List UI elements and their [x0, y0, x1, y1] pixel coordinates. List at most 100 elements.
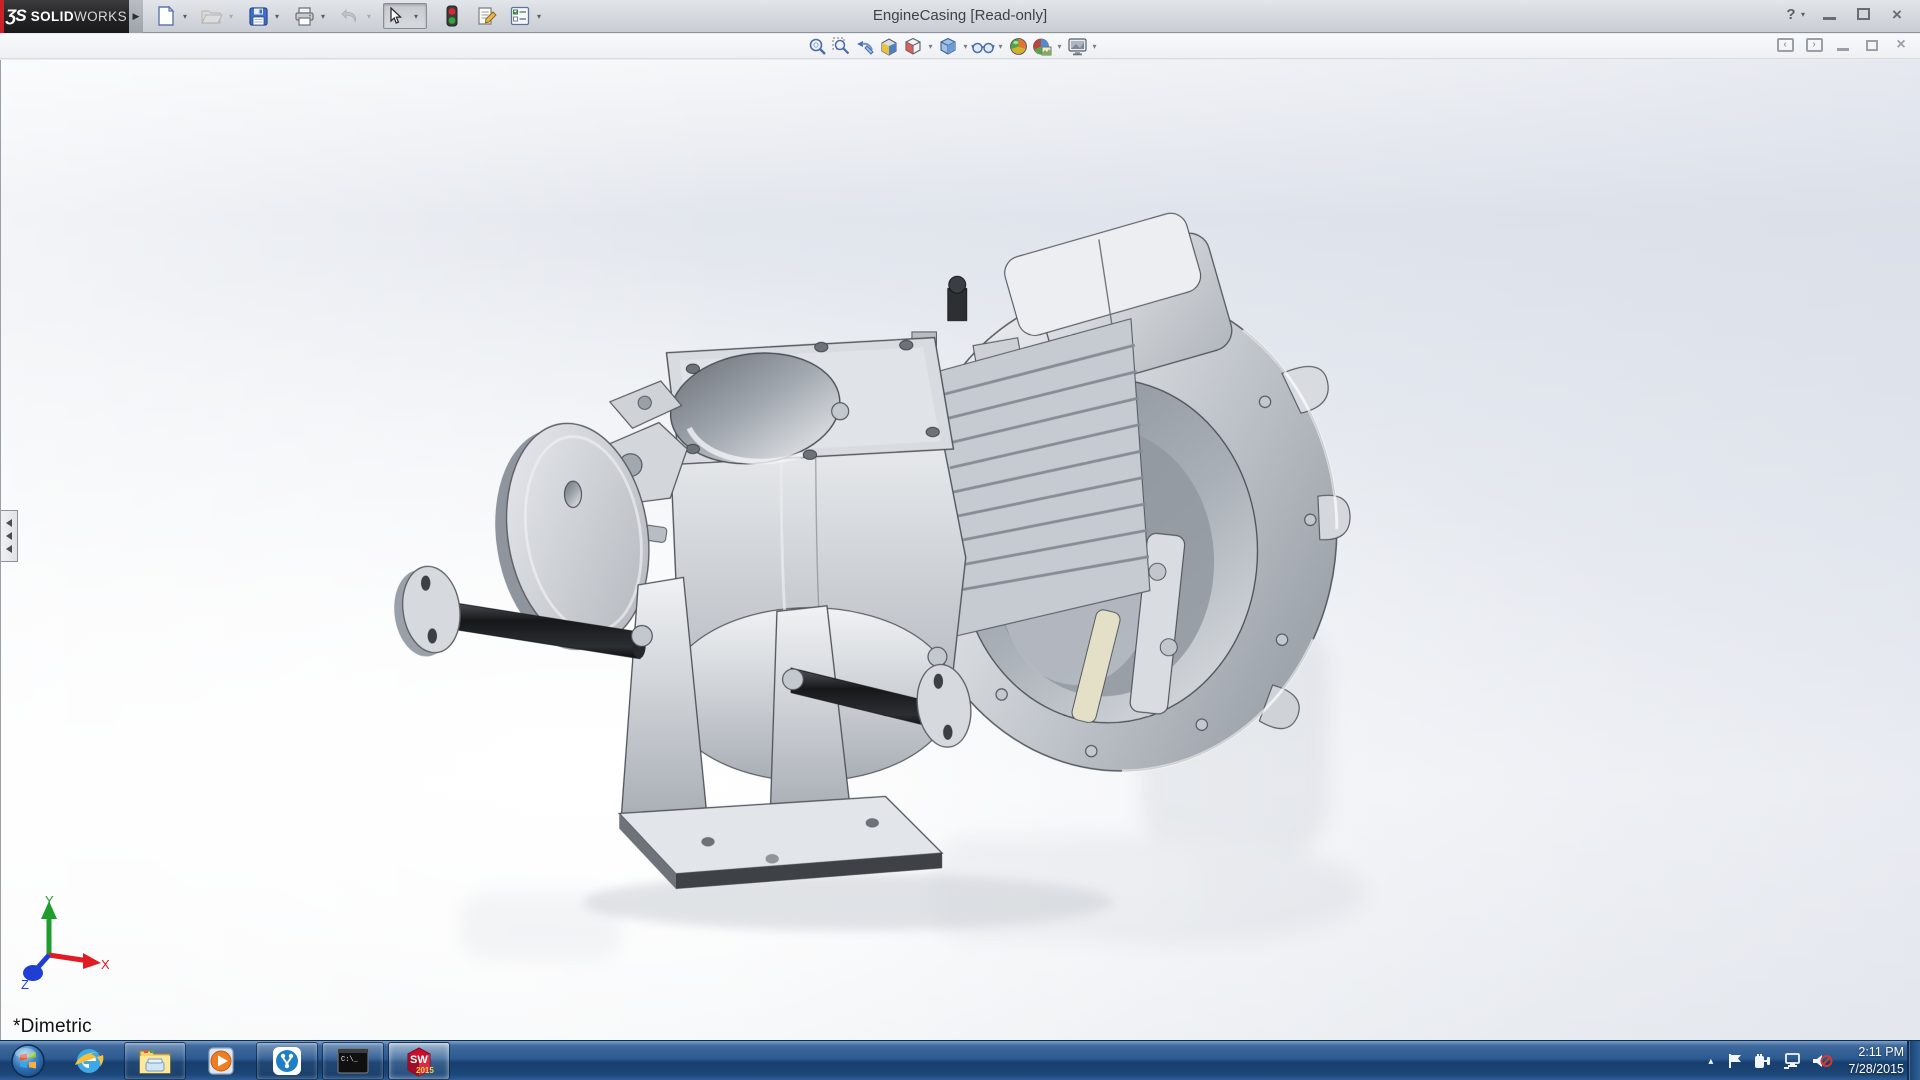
- system-tray: ▴ 2:11 PM: [1704, 1041, 1904, 1080]
- engine-casing-model: [1, 60, 1920, 1040]
- apply-scene-caret[interactable]: ▾: [1054, 42, 1065, 51]
- triad-y-label: Y: [45, 893, 54, 908]
- doc-restore-button[interactable]: [1861, 36, 1883, 54]
- printer-icon: [294, 7, 315, 26]
- dassault-3ds-mark: ƷS: [6, 6, 26, 26]
- select-tool-button[interactable]: ▾: [383, 3, 427, 29]
- show-hidden-icons-button[interactable]: ▴: [1704, 1056, 1717, 1067]
- view-orientation-caret[interactable]: ▾: [925, 42, 936, 51]
- cooling-fins: [937, 319, 1149, 636]
- doc-previous-button[interactable]: ‹: [1774, 36, 1796, 54]
- display-style-caret[interactable]: ▾: [960, 42, 971, 51]
- doc-restore-icon: [1866, 40, 1878, 51]
- doc-next-icon: ›: [1806, 38, 1823, 52]
- new-dropdown-caret[interactable]: ▾: [179, 12, 191, 21]
- network-icon[interactable]: [1782, 1052, 1802, 1070]
- graphics-viewport[interactable]: Y X Z *Dimetric: [0, 60, 1920, 1040]
- print-button[interactable]: [291, 3, 317, 29]
- menu-expand-button[interactable]: ▶: [129, 0, 143, 33]
- view-orientation-icon: [903, 37, 923, 56]
- logo-text-works: WORKS: [74, 9, 127, 24]
- show-desktop-button[interactable]: [1907, 1041, 1920, 1080]
- options-dropdown-caret[interactable]: ▾: [533, 12, 545, 21]
- solidworks-logo: ƷS SOLIDWORKS: [4, 0, 129, 33]
- open-document-button[interactable]: [199, 3, 225, 29]
- power-plug-icon[interactable]: [1753, 1052, 1773, 1070]
- tray-clock[interactable]: 2:11 PM 7/28/2015: [1848, 1044, 1904, 1078]
- undo-arrow-icon: [340, 7, 360, 25]
- doc-next-button[interactable]: ›: [1803, 36, 1825, 54]
- file-properties-button[interactable]: [473, 3, 499, 29]
- help-dropdown-caret[interactable]: ▾: [1798, 4, 1808, 24]
- sw-letters: SW: [410, 1054, 428, 1066]
- minimize-button[interactable]: [1816, 4, 1842, 24]
- save-dropdown-caret[interactable]: ▾: [271, 12, 283, 21]
- zoom-to-area-icon: [832, 37, 851, 56]
- rebuild-button[interactable]: [439, 3, 465, 29]
- expand-arrow-icon: ▶: [133, 11, 140, 22]
- minimize-icon: [1823, 16, 1836, 20]
- undo-button[interactable]: [337, 3, 363, 29]
- taskbar-item-blue-network-app[interactable]: [256, 1042, 318, 1080]
- close-button[interactable]: ×: [1884, 4, 1910, 24]
- model-shadow: [583, 874, 1112, 931]
- windows-start-orb-icon: [10, 1043, 46, 1079]
- select-cursor-icon: [388, 7, 402, 25]
- eyeglasses-icon: [971, 39, 995, 55]
- main-toolbar: ▾ ▾: [153, 0, 553, 33]
- appearance-sphere-icon: [1009, 37, 1028, 56]
- zoom-to-fit-button[interactable]: [805, 36, 829, 58]
- open-folder-icon: [201, 7, 223, 25]
- apply-scene-button[interactable]: [1030, 36, 1054, 58]
- print-dropdown-caret[interactable]: ▾: [317, 12, 329, 21]
- taskbar-item-internet-explorer[interactable]: [58, 1042, 120, 1080]
- taskbar-item-command-prompt[interactable]: C:\_: [322, 1042, 384, 1080]
- window-controls: ? ▾ ×: [1782, 4, 1910, 24]
- volume-muted-icon[interactable]: [1811, 1052, 1833, 1070]
- taskbar-item-windows-explorer[interactable]: [124, 1042, 186, 1080]
- display-style-button[interactable]: [936, 36, 960, 58]
- internet-explorer-icon: [73, 1045, 105, 1077]
- tray-time: 2:11 PM: [1848, 1044, 1904, 1061]
- solidworks-taskbar-icon: SW 2015: [402, 1044, 436, 1078]
- restore-icon: [1857, 8, 1870, 20]
- hide-show-items-button[interactable]: [971, 36, 995, 58]
- options-button[interactable]: [507, 3, 533, 29]
- triad-z-label: Z: [21, 977, 29, 992]
- hide-show-items-caret[interactable]: ▾: [995, 42, 1006, 51]
- view-settings-button[interactable]: [1065, 36, 1089, 58]
- cmd-prompt-text: C:\_: [341, 1056, 359, 1064]
- zoom-to-area-button[interactable]: [829, 36, 853, 58]
- feature-tree-collapsed-tab[interactable]: [1, 510, 18, 562]
- restore-button[interactable]: [1850, 4, 1876, 24]
- taskbar-item-media-player[interactable]: [190, 1042, 252, 1080]
- doc-previous-icon: ‹: [1777, 38, 1794, 52]
- apply-scene-icon: [1032, 37, 1052, 56]
- save-button[interactable]: [245, 3, 271, 29]
- select-dropdown-caret[interactable]: ▾: [410, 12, 422, 21]
- action-center-flag-icon[interactable]: [1726, 1052, 1744, 1070]
- taskbar-item-solidworks[interactable]: SW 2015: [388, 1042, 450, 1080]
- doc-close-button[interactable]: ×: [1890, 36, 1912, 54]
- close-icon: ×: [1892, 6, 1902, 23]
- media-player-icon: [205, 1045, 237, 1077]
- collapse-arrow-icon: [6, 519, 12, 527]
- logo-text-solid: SOLID: [31, 9, 74, 24]
- section-view-button[interactable]: [877, 36, 901, 58]
- view-settings-caret[interactable]: ▾: [1089, 42, 1100, 51]
- new-document-icon: [157, 6, 175, 26]
- start-button[interactable]: [0, 1041, 56, 1080]
- undo-dropdown-caret[interactable]: ▾: [363, 12, 375, 21]
- heads-up-view-toolbar: ▾ ▾ ▾: [805, 35, 1100, 58]
- tray-date: 7/28/2015: [1848, 1061, 1904, 1078]
- doc-minimize-button[interactable]: [1832, 36, 1854, 54]
- doc-close-icon: ×: [1896, 37, 1905, 53]
- open-dropdown-caret[interactable]: ▾: [225, 12, 237, 21]
- edit-appearance-button[interactable]: [1006, 36, 1030, 58]
- windows-taskbar: C:\_ SW 2015 ▴: [0, 1040, 1920, 1080]
- view-orientation-button[interactable]: [901, 36, 925, 58]
- heads-up-bar: ▾ ▾ ▾: [0, 34, 1920, 59]
- new-document-button[interactable]: [153, 3, 179, 29]
- previous-view-button[interactable]: [853, 36, 877, 58]
- blue-network-app-icon: [271, 1045, 303, 1077]
